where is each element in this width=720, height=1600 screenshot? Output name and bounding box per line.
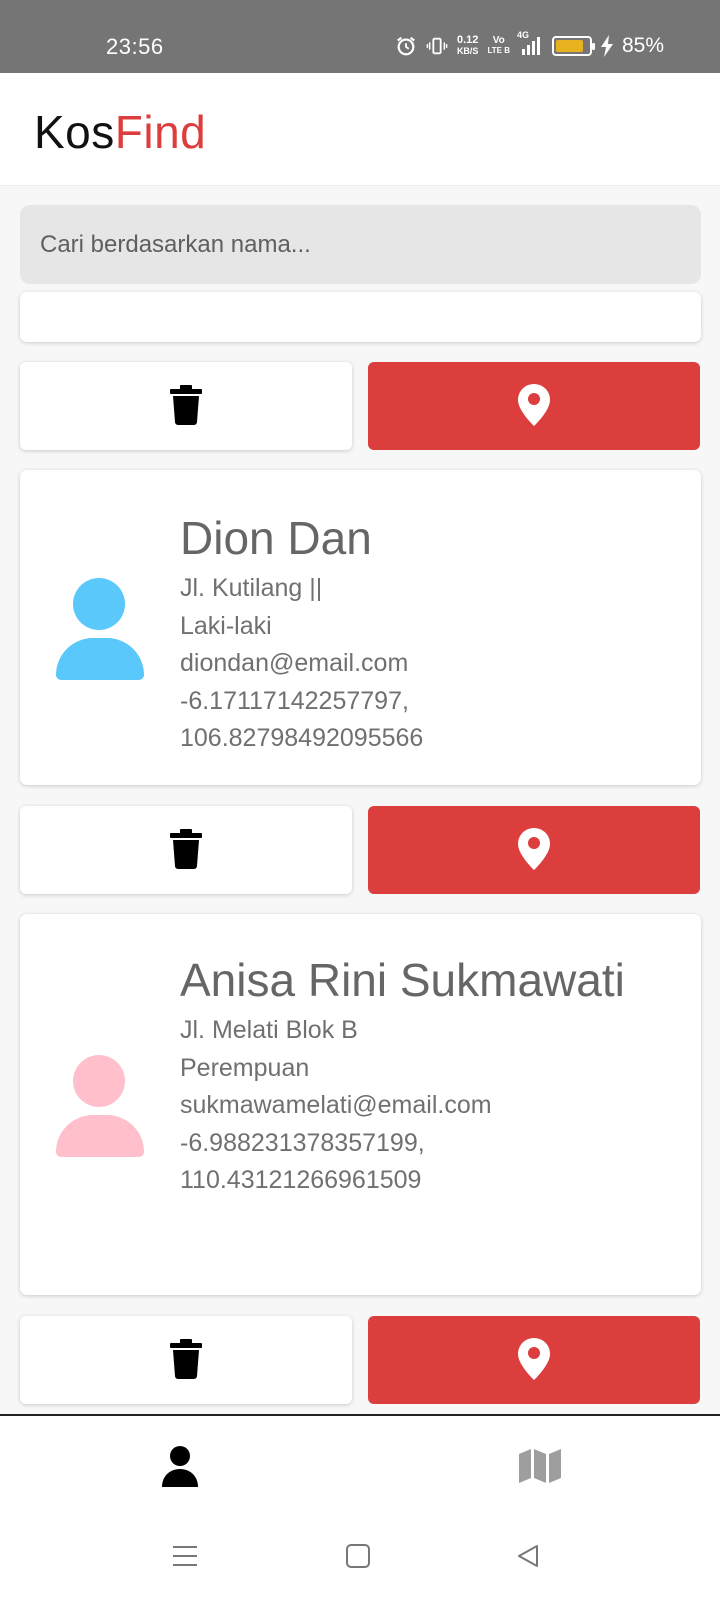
user-card[interactable]: Dion Dan Jl. Kutilang || Laki-laki diond… [20, 470, 701, 785]
back-triangle-icon[interactable] [508, 1538, 548, 1574]
avatar-body [56, 638, 144, 680]
locate-button[interactable] [368, 1316, 700, 1404]
net-speed: 0.12 KB/S [457, 35, 479, 57]
user-card[interactable]: Anisa Rini Sukmawati Jl. Melati Blok B P… [20, 914, 701, 1295]
menu-icon[interactable] [165, 1538, 205, 1574]
nav-map-tab[interactable] [510, 1444, 570, 1492]
network-type: 4G [516, 30, 529, 40]
user-info: Anisa Rini Sukmawati Jl. Melati Blok B P… [180, 948, 681, 1200]
map-marker-icon [518, 1337, 550, 1383]
map-marker-icon [518, 383, 550, 429]
battery-percentage: 85% [621, 34, 664, 57]
trash-icon [169, 384, 203, 428]
delete-button[interactable] [20, 806, 352, 894]
volte-indicator: Vo LTE B [487, 36, 510, 56]
user-latitude: -6.17117142257797, [180, 686, 409, 715]
home-square-icon[interactable] [338, 1538, 378, 1574]
alarm-icon [395, 35, 417, 57]
charging-bolt-icon [600, 35, 613, 57]
delete-button[interactable] [20, 362, 352, 450]
status-bar: 23:56 0.12 KB/S Vo LTE B 4G 85% [0, 0, 720, 73]
user-longitude: 106.82798492095566 [180, 724, 424, 752]
trash-icon [169, 828, 203, 872]
battery-icon [551, 36, 595, 56]
battery-fill [555, 40, 584, 52]
nav-users-tab[interactable] [150, 1444, 210, 1492]
delete-button[interactable] [20, 1316, 352, 1404]
action-row [20, 362, 701, 450]
user-email: sukmawamelati@email.com [180, 1091, 492, 1119]
volte-bottom: LTE B [487, 46, 510, 55]
user-longitude: 110.43121266961509 [180, 1166, 422, 1194]
volte-top: Vo [492, 35, 505, 46]
user-gender: Perempuan [180, 1053, 310, 1082]
search-input[interactable] [20, 205, 701, 284]
avatar-icon [56, 578, 144, 680]
user-name: Anisa Rini Sukmawati [180, 954, 625, 1006]
action-row [20, 806, 701, 894]
user-icon [161, 1445, 199, 1492]
net-speed-value: 0.12 [456, 34, 479, 46]
user-latitude: -6.988231378357199, [180, 1128, 425, 1157]
user-name: Dion Dan [180, 512, 372, 564]
user-card-partial[interactable] [20, 292, 701, 342]
map-marker-icon [518, 827, 550, 873]
system-nav-bar [0, 1520, 720, 1590]
vibrate-icon [426, 35, 448, 57]
user-info: Dion Dan Jl. Kutilang || Laki-laki diond… [180, 506, 681, 758]
map-icon [519, 1448, 561, 1488]
locate-button[interactable] [368, 362, 700, 450]
avatar-body [56, 1115, 144, 1157]
app-logo: KosFind [34, 105, 206, 159]
locate-button[interactable] [368, 806, 700, 894]
action-row [20, 1316, 701, 1404]
trash-icon [169, 1338, 203, 1382]
avatar-head [73, 578, 125, 630]
avatar-head [73, 1055, 125, 1107]
logo-kos: Kos [34, 106, 115, 158]
app-header: KosFind [0, 73, 720, 186]
status-icons: 0.12 KB/S Vo LTE B 4G 85% [395, 31, 664, 58]
status-time: 23:56 [106, 34, 164, 59]
user-address: Jl. Melati Blok B [180, 1016, 358, 1044]
logo-find: Find [114, 106, 207, 158]
user-address: Jl. Kutilang || [180, 574, 323, 602]
signal-icon: 4G [517, 31, 543, 57]
user-gender: Laki-laki [180, 611, 272, 640]
user-email: diondan@email.com [180, 649, 409, 677]
net-speed-unit: KB/S [456, 46, 479, 56]
avatar-icon [56, 1055, 144, 1157]
